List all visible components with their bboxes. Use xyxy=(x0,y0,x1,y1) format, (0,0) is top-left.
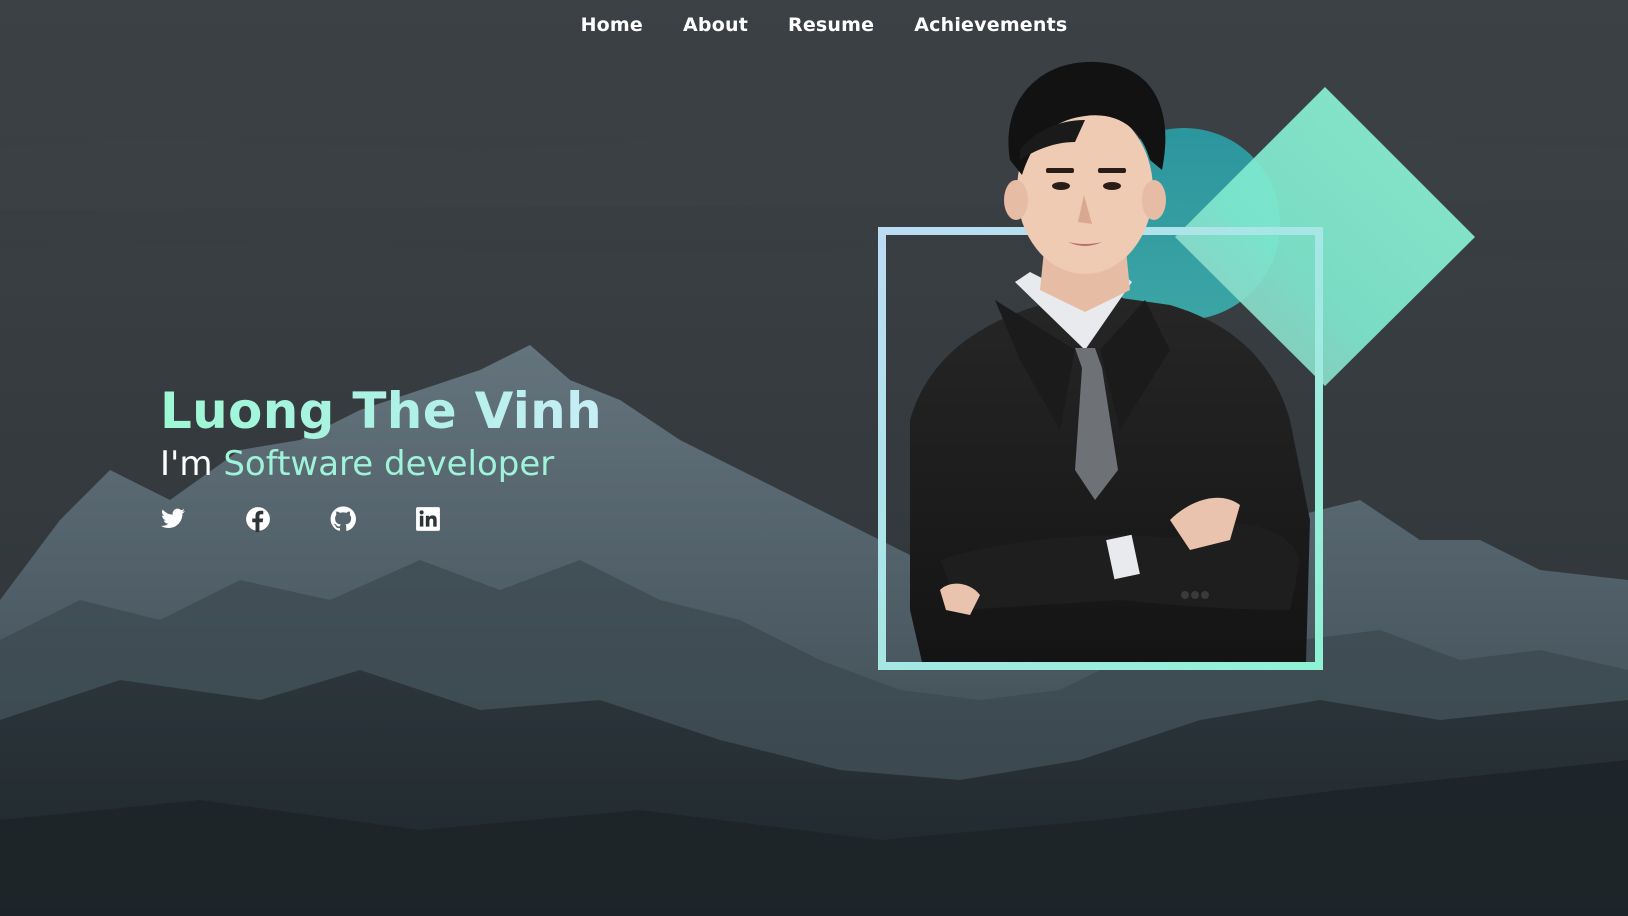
facebook-icon[interactable] xyxy=(245,506,271,532)
social-links xyxy=(160,506,602,532)
hero-role-line: I'm Software developer xyxy=(160,442,602,486)
portrait-composition xyxy=(870,50,1490,710)
nav-resume-link[interactable]: Resume xyxy=(788,14,874,36)
hero-name: Luong The Vinh xyxy=(160,382,602,440)
nav-about-link[interactable]: About xyxy=(683,14,748,36)
main-nav: Home About Resume Achievements xyxy=(0,14,1628,36)
hero-section: Luong The Vinh I'm Software developer xyxy=(160,380,602,532)
twitter-icon[interactable] xyxy=(160,506,186,532)
hero-role-prefix: I'm xyxy=(160,444,213,484)
hero-role-typed: Software developer xyxy=(223,444,555,484)
nav-home-link[interactable]: Home xyxy=(581,14,643,36)
linkedin-icon[interactable] xyxy=(415,506,441,532)
nav-achievements-link[interactable]: Achievements xyxy=(914,14,1067,36)
github-icon[interactable] xyxy=(330,506,356,532)
portrait-photo xyxy=(910,61,1310,662)
